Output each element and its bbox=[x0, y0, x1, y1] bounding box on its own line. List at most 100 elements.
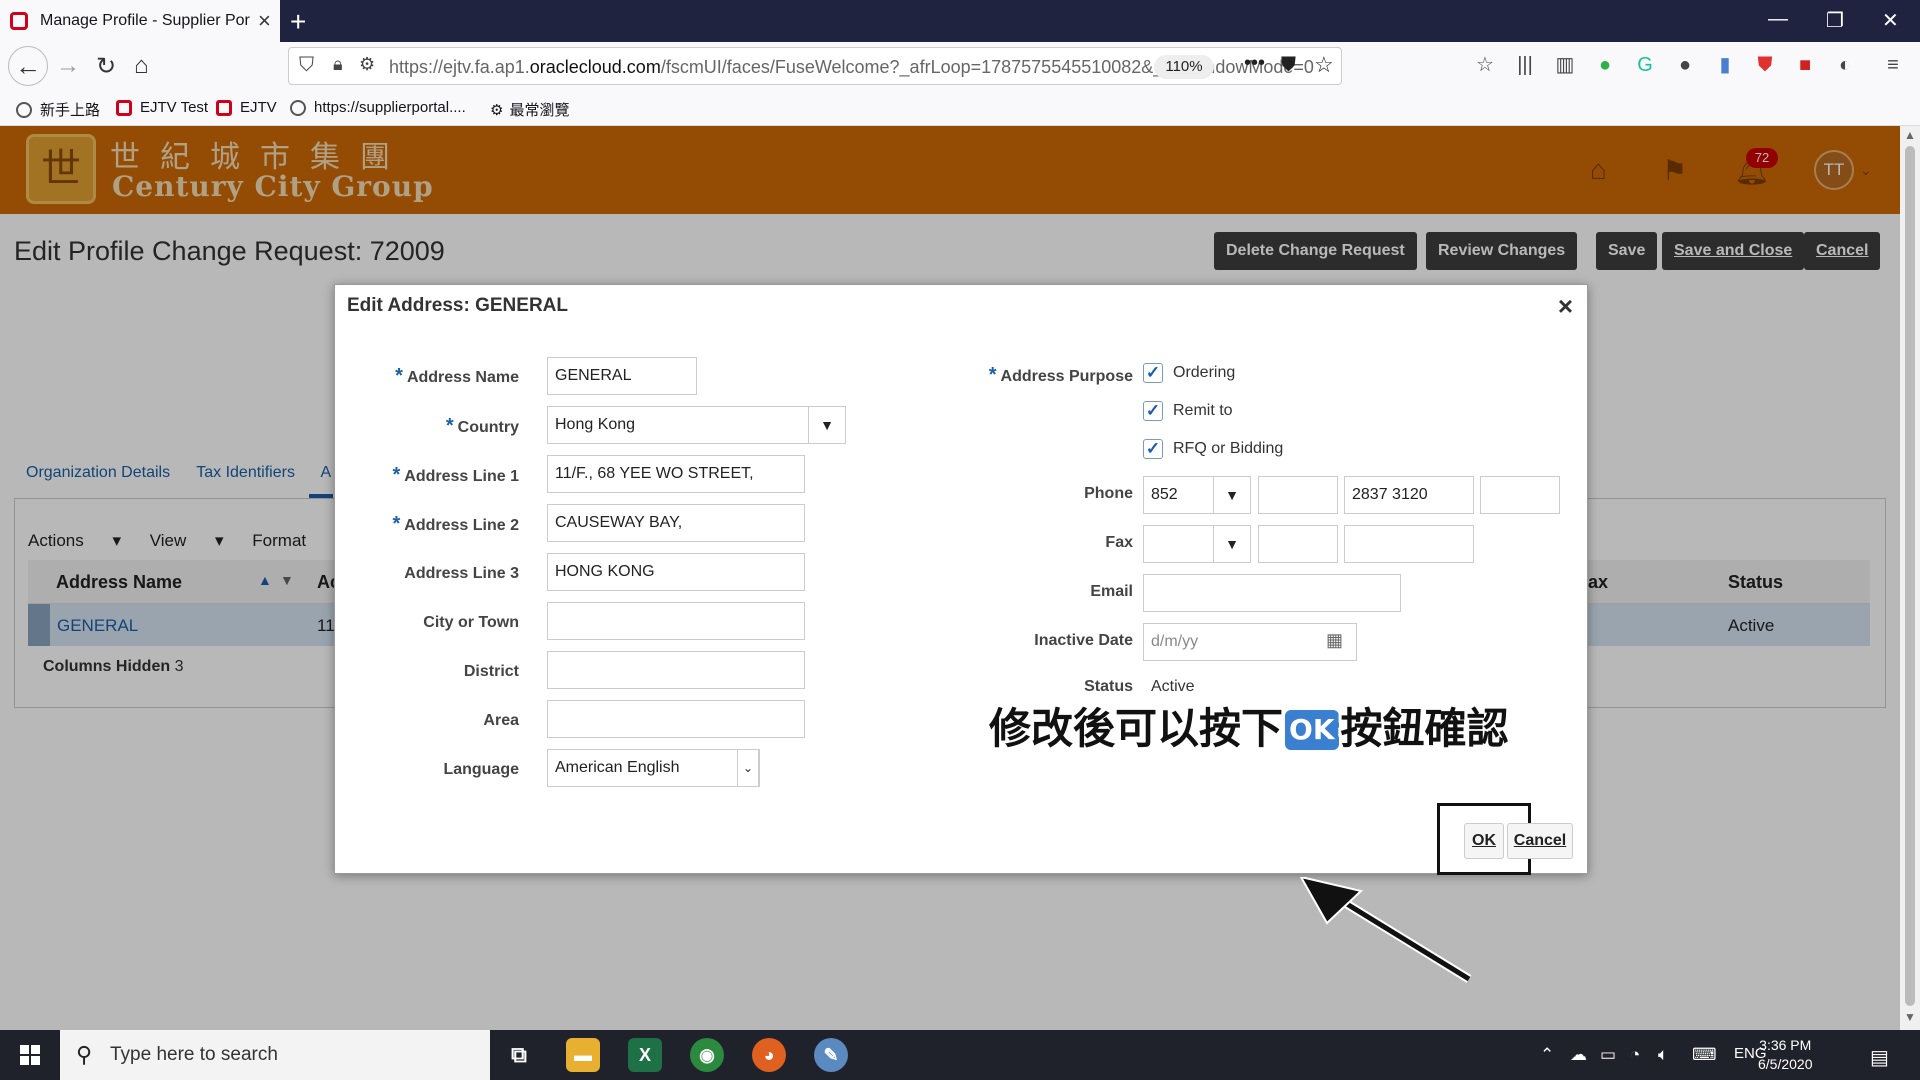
keyboard-icon[interactable]: ⌨ bbox=[1692, 1045, 1717, 1065]
wifi-icon[interactable]: ◔ bbox=[1630, 1045, 1640, 1065]
scroll-up-icon[interactable]: ▲ bbox=[1904, 128, 1916, 142]
new-tab-icon[interactable]: + bbox=[290, 6, 306, 38]
bookmark-extension-icon[interactable]: ▮ bbox=[1712, 52, 1738, 78]
browser-nav-bar: ← → ↻ ⌂ ⛉ 🔒︎ ⚙ https://ejtv.fa.ap1.oracl… bbox=[0, 42, 1920, 90]
phone-area-code-input[interactable] bbox=[1258, 476, 1338, 514]
zoom-level-badge[interactable]: 110% bbox=[1154, 55, 1214, 79]
task-view-icon[interactable]: ⧉ bbox=[502, 1038, 536, 1072]
email-input[interactable] bbox=[1143, 574, 1401, 612]
battery-icon[interactable]: ▭ bbox=[1600, 1045, 1616, 1065]
pocket-icon[interactable]: ⛊ bbox=[1281, 54, 1296, 77]
bookmark-item[interactable]: EJTV Test bbox=[116, 99, 208, 116]
window-close-icon[interactable]: ✕ bbox=[1882, 8, 1899, 33]
remit-to-checkbox[interactable]: ✓ bbox=[1143, 401, 1163, 421]
excel-icon[interactable]: X bbox=[628, 1038, 662, 1072]
account-icon[interactable]: ● bbox=[1672, 52, 1698, 78]
file-explorer-icon[interactable]: ▬ bbox=[566, 1038, 600, 1072]
phone-country-code-field[interactable]: 852 bbox=[1143, 476, 1215, 514]
volume-icon[interactable]: 🔈︎ bbox=[1658, 1045, 1668, 1065]
area-input[interactable] bbox=[547, 700, 805, 738]
extension-check-icon[interactable]: ● bbox=[1592, 52, 1618, 78]
browser-tab-active[interactable]: Manage Profile - Supplier Portal × bbox=[0, 0, 280, 42]
dialog-cancel-button[interactable]: Cancel bbox=[1507, 823, 1573, 859]
address-line-2-label: * Address Line 2 bbox=[392, 513, 520, 535]
tab-close-icon[interactable]: × bbox=[258, 8, 271, 34]
tracking-shield-icon[interactable]: ⛉ bbox=[299, 54, 314, 77]
page-scrollbar[interactable]: ▲ ▼ bbox=[1900, 126, 1920, 1030]
firefox-icon[interactable]: ◕ bbox=[752, 1038, 786, 1072]
calendar-icon[interactable]: ▦ bbox=[1326, 630, 1343, 651]
fax-area-code-input[interactable] bbox=[1258, 525, 1338, 563]
clock[interactable]: 3:36 PM 6/5/2020 bbox=[1758, 1036, 1813, 1074]
close-icon[interactable]: × bbox=[1558, 291, 1573, 322]
country-dropdown-icon[interactable]: ▼ bbox=[808, 406, 846, 444]
instruction-annotation: 修改後可以按下 OK 按鈕確認 bbox=[989, 704, 1509, 753]
fax-country-code-field[interactable] bbox=[1143, 525, 1215, 563]
language-select[interactable]: American English bbox=[547, 749, 760, 787]
search-icon: ⚲ bbox=[76, 1042, 93, 1067]
district-label: District bbox=[463, 663, 519, 680]
page-actions-icon[interactable]: ••• bbox=[1244, 52, 1265, 75]
permissions-icon[interactable]: ⚙ bbox=[359, 54, 375, 75]
lock-icon[interactable]: 🔒︎ bbox=[333, 54, 343, 75]
status-value: Active bbox=[1151, 678, 1195, 695]
pointer-arrow-icon bbox=[1299, 877, 1472, 983]
dialog-title: Edit Address: GENERAL bbox=[347, 295, 568, 316]
phone-extension-input[interactable] bbox=[1480, 476, 1560, 514]
phone-number-input[interactable]: 2837 3120 bbox=[1344, 476, 1474, 514]
district-input[interactable] bbox=[547, 651, 805, 689]
country-field[interactable]: Hong Kong bbox=[547, 406, 809, 444]
url-text[interactable]: https://ejtv.fa.ap1.oraclecloud.com/fscm… bbox=[389, 57, 1429, 78]
back-icon[interactable]: ← bbox=[8, 46, 48, 86]
extension-icon[interactable]: ◐ bbox=[1832, 52, 1858, 78]
city-label: City or Town bbox=[423, 614, 519, 631]
reading-list-icon[interactable]: ☆ bbox=[1472, 52, 1498, 78]
address-line-2-input[interactable]: CAUSEWAY BAY, bbox=[547, 504, 805, 542]
inactive-date-input[interactable]: d/m/yy bbox=[1143, 623, 1357, 661]
forward-icon[interactable]: → bbox=[56, 52, 80, 80]
onedrive-icon[interactable]: ☁ bbox=[1570, 1045, 1587, 1065]
address-line-3-input[interactable]: HONG KONG bbox=[547, 553, 805, 591]
fax-label: Fax bbox=[1105, 534, 1133, 551]
address-name-input[interactable]: GENERAL bbox=[547, 357, 697, 395]
address-purpose-label: * Address Purpose bbox=[988, 364, 1133, 386]
rfq-bidding-checkbox[interactable]: ✓ bbox=[1143, 439, 1163, 459]
bookmark-item[interactable]: 新手上路 bbox=[16, 99, 100, 120]
scroll-down-icon[interactable]: ▼ bbox=[1904, 1010, 1916, 1024]
library-icon[interactable]: ||| bbox=[1512, 52, 1538, 78]
minimize-icon[interactable]: — bbox=[1768, 8, 1788, 31]
chevron-down-icon[interactable]: ⌄ bbox=[737, 749, 759, 787]
bookmark-star-icon[interactable]: ☆ bbox=[1314, 52, 1334, 78]
bookmark-item[interactable]: ⚙ 最常瀏覽 bbox=[490, 99, 569, 120]
grammarly-icon[interactable]: G bbox=[1632, 52, 1658, 78]
chrome-icon[interactable]: ◉ bbox=[690, 1038, 724, 1072]
ok-chip-icon: OK bbox=[1283, 708, 1341, 752]
address-line-1-input[interactable]: 11/F., 68 YEE WO STREET, bbox=[547, 455, 805, 493]
taskbar-search[interactable]: ⚲ Type here to search bbox=[60, 1030, 490, 1080]
shield-extension-icon[interactable]: ⛊ bbox=[1752, 52, 1778, 78]
pdf-extension-icon[interactable]: ■ bbox=[1792, 52, 1818, 78]
menu-icon[interactable]: ≡ bbox=[1880, 52, 1906, 78]
address-bar[interactable]: ⛉ 🔒︎ ⚙ https://ejtv.fa.ap1.oraclecloud.c… bbox=[288, 47, 1342, 85]
fax-number-input[interactable] bbox=[1344, 525, 1474, 563]
inactive-date-label: Inactive Date bbox=[1034, 632, 1133, 649]
city-input[interactable] bbox=[547, 602, 805, 640]
status-label: Status bbox=[1084, 678, 1133, 695]
windows-logo-icon bbox=[20, 1045, 40, 1065]
bookmark-item[interactable]: EJTV bbox=[216, 99, 277, 116]
ordering-label: Ordering bbox=[1173, 364, 1236, 381]
scrollbar-thumb[interactable] bbox=[1905, 146, 1915, 1006]
reload-icon[interactable]: ↻ bbox=[96, 52, 116, 81]
fax-country-dropdown-icon[interactable]: ▼ bbox=[1213, 525, 1251, 563]
home-icon[interactable]: ⌂ bbox=[134, 52, 149, 80]
ordering-checkbox[interactable]: ✓ bbox=[1143, 363, 1163, 383]
notifications-center-icon[interactable]: ▤ bbox=[1870, 1045, 1889, 1070]
tray-expand-icon[interactable]: ⌃ bbox=[1540, 1045, 1554, 1065]
phone-country-dropdown-icon[interactable]: ▼ bbox=[1213, 476, 1251, 514]
restore-icon[interactable]: ❐ bbox=[1826, 8, 1844, 33]
sidebar-icon[interactable]: ▥ bbox=[1552, 52, 1578, 78]
bookmark-item[interactable]: https://supplierportal.... bbox=[290, 99, 466, 116]
start-button[interactable] bbox=[0, 1030, 60, 1080]
paint-icon[interactable]: ✎ bbox=[814, 1038, 848, 1072]
ok-button[interactable]: OK bbox=[1464, 823, 1504, 859]
